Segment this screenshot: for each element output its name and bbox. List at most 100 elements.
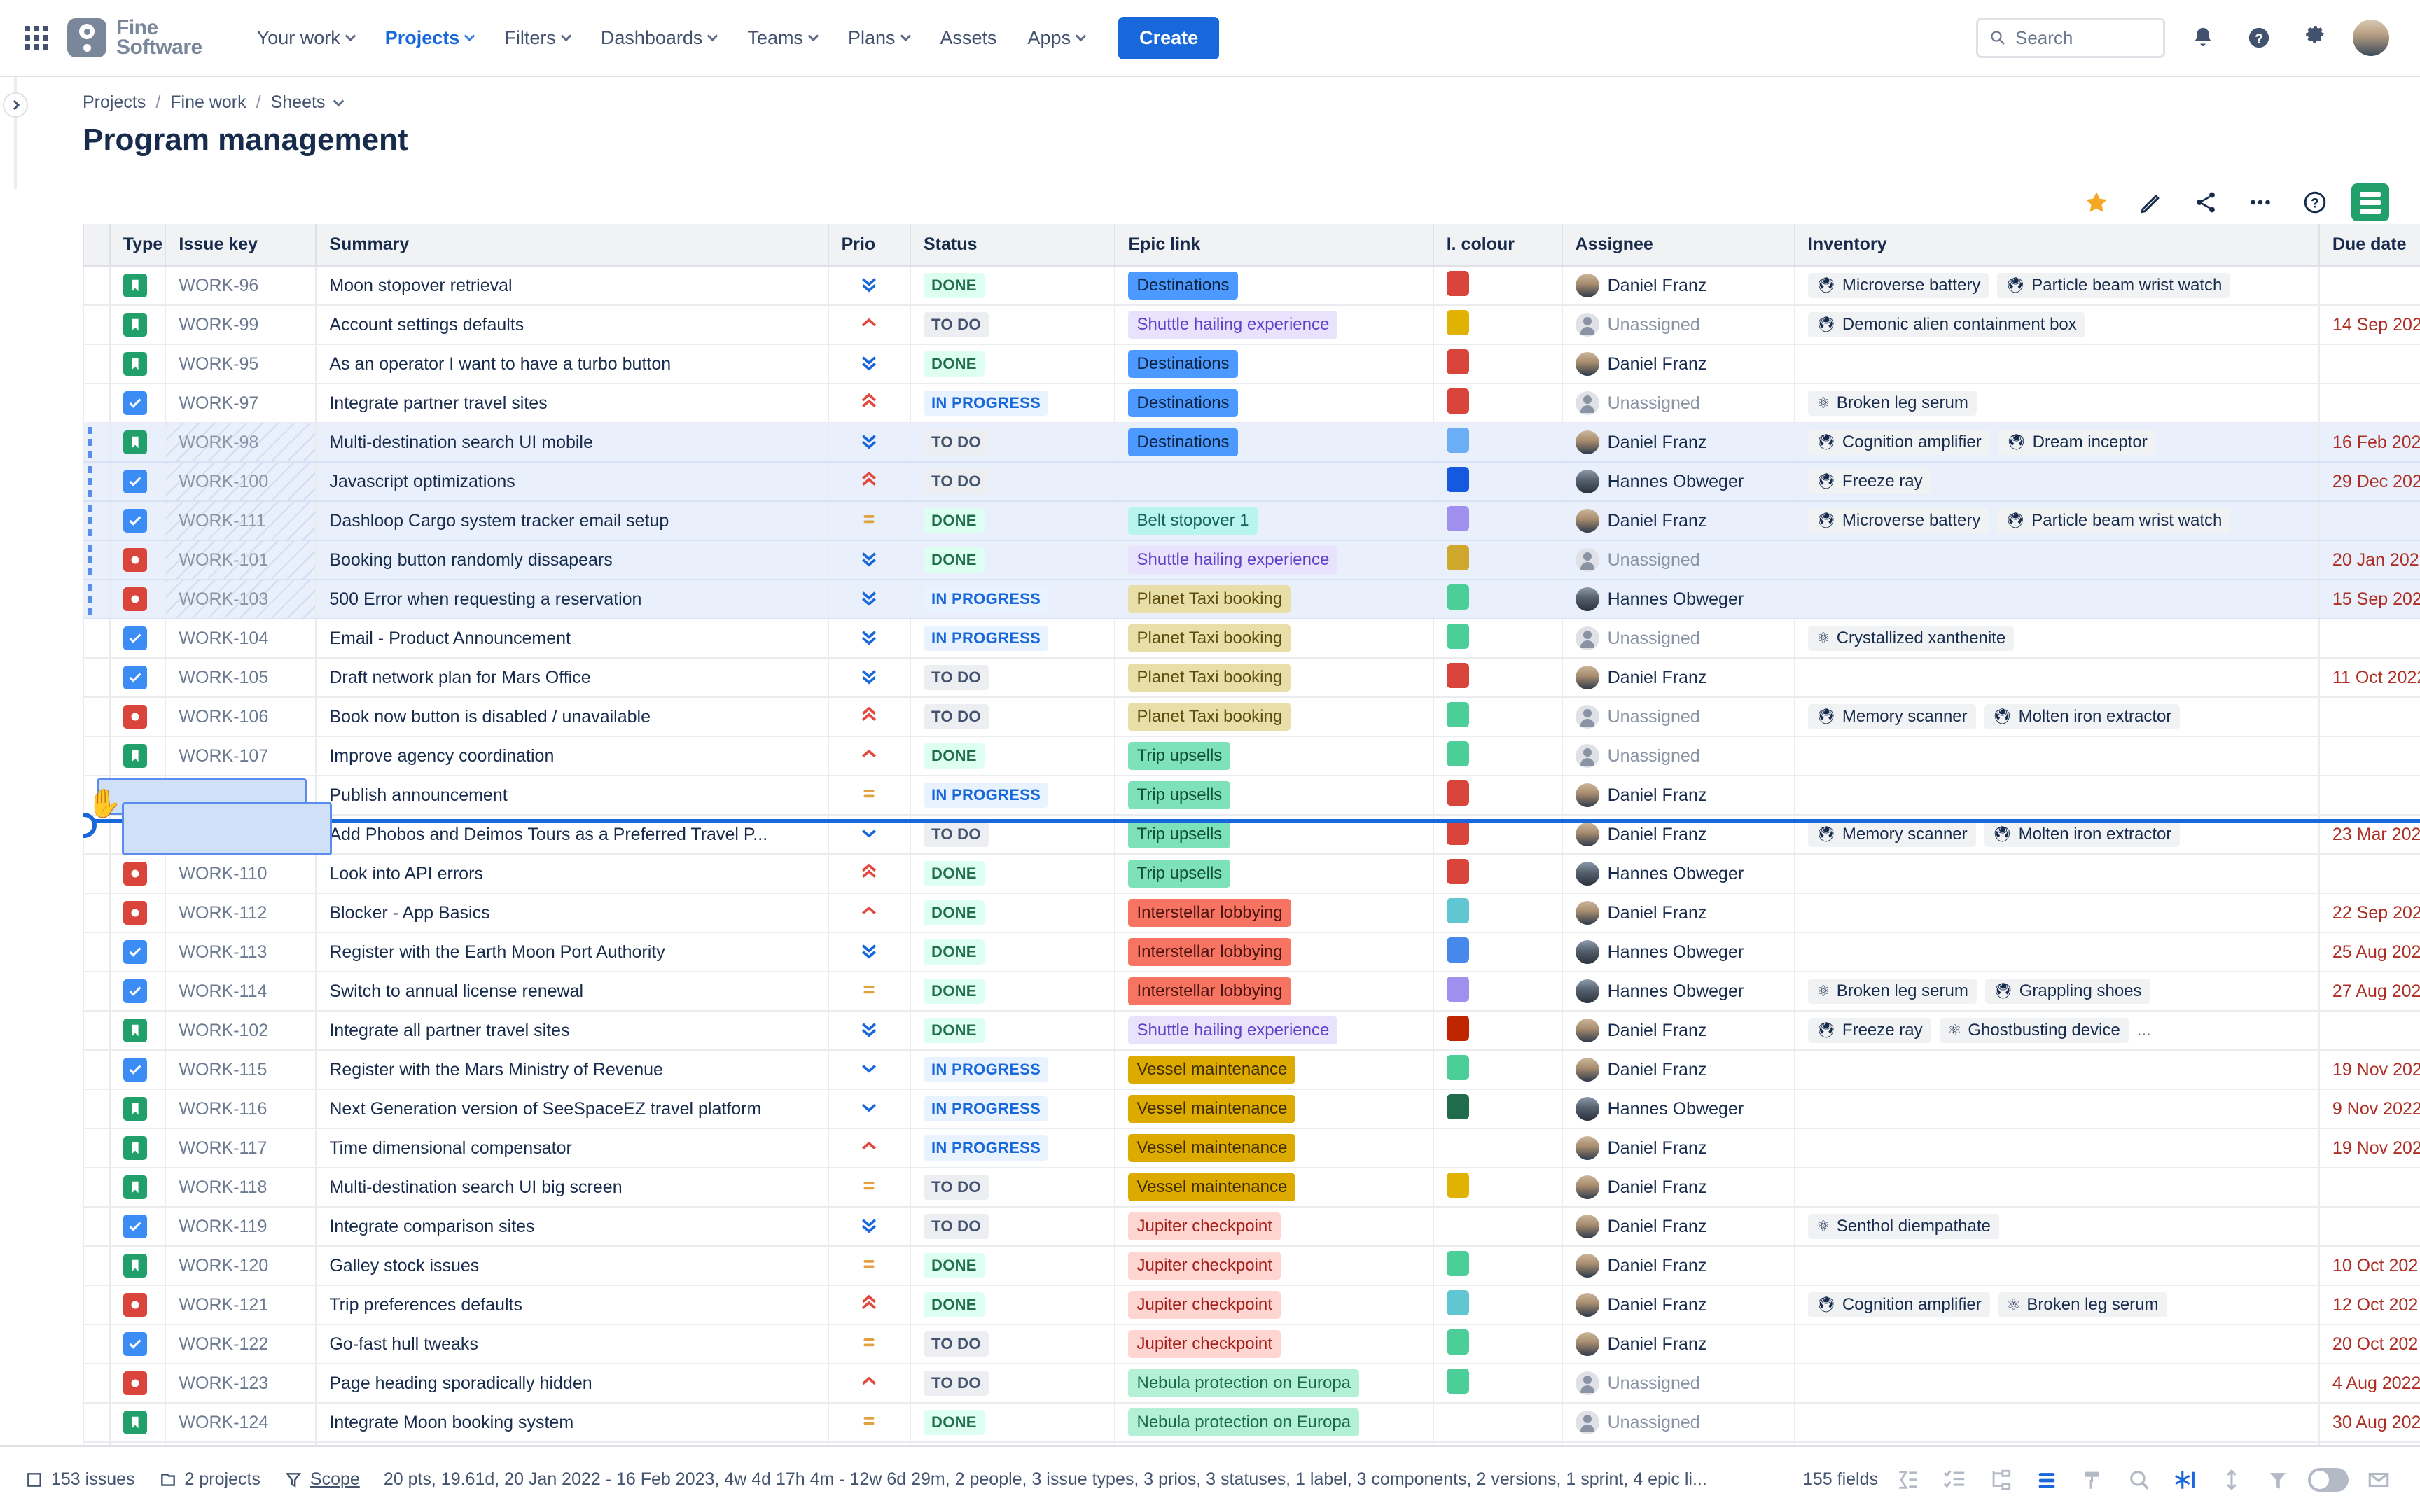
cell-issue-type[interactable] <box>109 265 167 306</box>
cell-status[interactable]: IN PROGRESS <box>909 1049 1116 1090</box>
table-row[interactable]: WORK-107 Improve agency coordination DONE T… <box>83 736 2420 776</box>
row-select-gutter[interactable] <box>83 540 111 580</box>
issue-key-link[interactable]: WORK-118 <box>179 1177 267 1197</box>
story-type-icon[interactable] <box>123 1175 147 1199</box>
cell-issue-key[interactable]: WORK-107 <box>165 736 317 776</box>
priority-medium-icon[interactable] <box>842 1253 897 1274</box>
cell-inventory[interactable] <box>1793 1167 2320 1208</box>
column-header-epic-link[interactable]: Epic link <box>1114 224 1434 267</box>
row-select-gutter[interactable] <box>83 1363 111 1404</box>
priority-lowest-icon[interactable] <box>842 547 897 568</box>
due-date-value[interactable]: 9 Nov 2022 <box>2332 1099 2420 1119</box>
status-badge[interactable]: TO DO <box>924 1175 989 1200</box>
nav-item-projects[interactable]: Projects <box>370 19 489 57</box>
table-row[interactable]: WORK-119 Integrate comparison sites TO DO J… <box>83 1206 2420 1247</box>
table-row[interactable]: WORK-106 Book now button is disabled / un… <box>83 696 2420 737</box>
cell-issue-type[interactable] <box>109 422 167 463</box>
issue-key-link[interactable]: WORK-96 <box>179 276 258 295</box>
cell-issue-key[interactable]: WORK-106 <box>165 696 317 737</box>
colour-swatch[interactable] <box>1446 1093 1469 1119</box>
colour-swatch[interactable] <box>1446 1329 1469 1354</box>
issue-key-link[interactable]: WORK-110 <box>179 864 267 883</box>
cell-due-date[interactable]: 16 Feb 202 <box>2318 422 2420 463</box>
story-type-icon[interactable] <box>123 743 147 768</box>
cell-priority[interactable] <box>827 892 912 933</box>
cell-epic-link[interactable]: Jupiter checkpoint <box>1114 1206 1434 1247</box>
cell-due-date[interactable] <box>2318 1206 2420 1247</box>
cell-issue-colour[interactable] <box>1432 1049 1563 1090</box>
cell-inventory[interactable] <box>1793 853 2320 894</box>
cell-summary[interactable]: Multi-destination search UI big screen <box>315 1167 829 1208</box>
status-badge[interactable]: IN PROGRESS <box>924 1135 1049 1161</box>
cell-issue-type[interactable] <box>109 1088 167 1129</box>
issue-key-link[interactable]: WORK-100 <box>179 472 268 491</box>
cell-issue-colour[interactable] <box>1432 383 1563 424</box>
cell-assignee[interactable]: Hannes Obweger <box>1561 853 1795 894</box>
cell-issue-colour[interactable] <box>1432 1284 1563 1325</box>
cell-due-date[interactable] <box>2318 775 2420 816</box>
cell-inventory[interactable]: ⚛ Crystallized xanthenite <box>1793 618 2320 659</box>
cell-summary[interactable]: Integrate Moon booking system <box>315 1402 829 1443</box>
colour-swatch[interactable] <box>1446 1289 1469 1315</box>
inventory-chip[interactable]: ⚛ Broken leg serum <box>1807 391 1977 416</box>
cell-priority[interactable] <box>827 1245 912 1286</box>
cell-epic-link[interactable]: Vessel maintenance <box>1114 1167 1434 1208</box>
cell-issue-type[interactable] <box>109 1284 167 1325</box>
epic-link-badge[interactable]: Vessel maintenance <box>1128 1173 1296 1201</box>
status-badge[interactable]: DONE <box>924 547 985 573</box>
cell-priority[interactable] <box>827 696 912 737</box>
priority-medium-icon[interactable] <box>842 1175 897 1196</box>
search-input[interactable]: Search <box>1976 18 2165 58</box>
cell-summary[interactable]: Go-fast hull tweaks <box>315 1324 829 1364</box>
cell-issue-type[interactable] <box>109 618 167 659</box>
cell-issue-key[interactable]: WORK-123 <box>165 1363 317 1404</box>
cell-due-date[interactable]: 9 Nov 2022 <box>2318 1088 2420 1129</box>
row-select-gutter[interactable] <box>83 1088 111 1129</box>
cell-summary[interactable]: Integrate partner travel sites <box>315 383 829 424</box>
cell-summary[interactable]: Draft network plan for Mars Office <box>315 657 829 698</box>
cell-issue-key[interactable]: WORK-115 <box>165 1049 317 1090</box>
cell-issue-key[interactable]: WORK-112 <box>165 892 317 933</box>
colour-swatch[interactable] <box>1446 858 1469 884</box>
row-height-icon[interactable] <box>2031 1464 2063 1496</box>
priority-high-icon[interactable] <box>842 900 897 921</box>
breadcrumb-item-sheets[interactable]: Sheets <box>271 92 326 113</box>
epic-link-badge[interactable]: Planet Taxi booking <box>1128 624 1291 652</box>
cell-issue-type[interactable] <box>109 1363 167 1404</box>
cell-assignee[interactable]: Hannes Obweger <box>1561 461 1795 502</box>
due-date-value[interactable]: 30 Aug 202 <box>2332 1413 2420 1432</box>
issue-key-link[interactable]: WORK-98 <box>179 433 258 452</box>
table-row[interactable]: WORK-104 Email - Product Announcement IN P… <box>83 618 2420 659</box>
nav-item-plans[interactable]: Plans <box>833 19 925 57</box>
cell-issue-colour[interactable] <box>1432 344 1563 384</box>
status-badge[interactable]: DONE <box>924 1253 985 1278</box>
status-badge[interactable]: IN PROGRESS <box>924 783 1049 808</box>
cell-priority[interactable] <box>827 383 912 424</box>
issue-key-link[interactable]: WORK-111 <box>179 511 265 531</box>
epic-link-badge[interactable]: Planet Taxi booking <box>1128 585 1291 613</box>
epic-link-badge[interactable]: Destinations <box>1128 350 1238 378</box>
cell-inventory[interactable] <box>1793 1324 2320 1364</box>
cell-due-date[interactable] <box>2318 853 2420 894</box>
task-type-icon[interactable] <box>123 469 147 493</box>
cell-status[interactable]: DONE <box>909 853 1116 894</box>
cell-issue-key[interactable]: WORK-108 <box>165 775 317 816</box>
cell-assignee[interactable]: Daniel Franz <box>1561 1010 1795 1051</box>
epic-link-badge[interactable]: Vessel maintenance <box>1128 1095 1296 1123</box>
due-date-value[interactable]: 20 Jan 202 <box>2332 550 2419 570</box>
row-select-gutter[interactable] <box>83 500 111 541</box>
cell-summary[interactable]: Integrate all partner travel sites <box>315 1010 829 1051</box>
cell-epic-link[interactable]: Jupiter checkpoint <box>1114 1324 1434 1364</box>
epic-link-badge[interactable]: Vessel maintenance <box>1128 1134 1296 1162</box>
cell-due-date[interactable]: 22 Sep 202 <box>2318 892 2420 933</box>
colour-swatch[interactable] <box>1446 976 1469 1002</box>
priority-high-icon[interactable] <box>842 743 897 764</box>
cell-issue-key[interactable]: WORK-102 <box>165 1010 317 1051</box>
issue-key-link[interactable]: WORK-121 <box>179 1295 268 1315</box>
story-type-icon[interactable] <box>123 1253 147 1278</box>
cell-status[interactable]: DONE <box>909 265 1116 306</box>
row-select-gutter[interactable] <box>83 696 111 737</box>
cell-due-date[interactable] <box>2318 736 2420 776</box>
cell-summary[interactable]: 500 Error when requesting a reservation <box>315 579 829 620</box>
epic-link-badge[interactable]: Planet Taxi booking <box>1128 703 1291 731</box>
